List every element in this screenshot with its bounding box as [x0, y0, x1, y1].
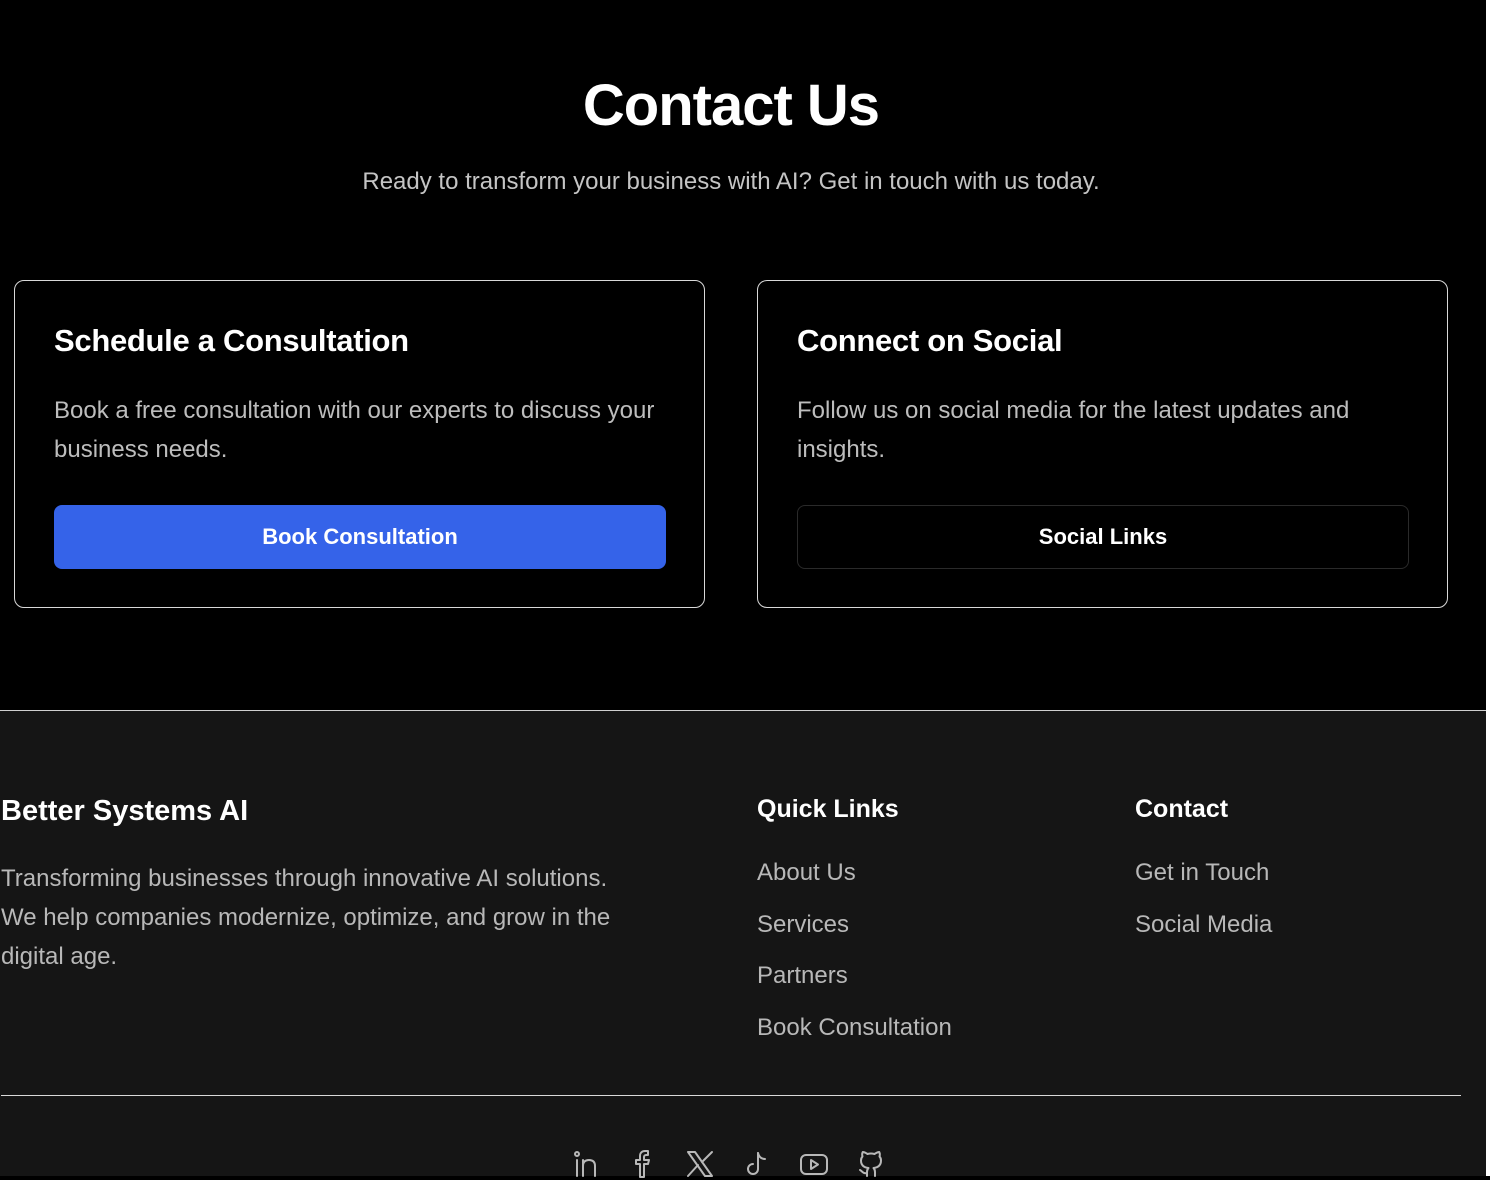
social-card-title: Connect on Social: [797, 323, 1063, 358]
footer-link-partners[interactable]: Partners: [757, 958, 952, 1010]
tiktok-icon[interactable]: [739, 1148, 775, 1180]
footer-link-social-media[interactable]: Social Media: [1135, 907, 1272, 959]
footer-link-about-us[interactable]: About Us: [757, 855, 952, 907]
footer-brand-name: Better Systems AI: [1, 795, 249, 827]
consultation-card: Schedule a Consultation Book a free cons…: [14, 280, 705, 608]
consultation-card-title: Schedule a Consultation: [54, 323, 409, 358]
contact-section: Contact Us Ready to transform your busin…: [0, 0, 1486, 710]
site-footer: Better Systems AI Transforming businesse…: [0, 710, 1486, 1178]
quick-links-title: Quick Links: [757, 795, 899, 823]
consultation-card-description: Book a free consultation with our expert…: [54, 397, 655, 463]
social-icons-row: [568, 1148, 910, 1180]
contact-column-title: Contact: [1135, 795, 1229, 823]
footer-link-book-consultation[interactable]: Book Consultation: [757, 1010, 952, 1062]
github-icon[interactable]: [853, 1148, 889, 1180]
linkedin-icon[interactable]: [568, 1148, 604, 1180]
contact-title: Contact Us: [582, 73, 880, 138]
footer-link-services[interactable]: Services: [757, 907, 952, 959]
youtube-icon[interactable]: [796, 1148, 832, 1180]
social-card-description: Follow us on social media for the latest…: [797, 397, 1350, 463]
quick-links-list: About Us Services Partners Book Consulta…: [757, 855, 952, 1061]
footer-divider: [1, 1095, 1461, 1096]
social-links-button[interactable]: Social Links: [797, 505, 1409, 569]
book-consultation-button[interactable]: Book Consultation: [54, 505, 666, 569]
page-edge: [1486, 0, 1490, 1176]
contact-links-list: Get in Touch Social Media: [1135, 855, 1272, 958]
footer-brand-description: Transforming businesses through innovati…: [1, 865, 611, 970]
facebook-icon[interactable]: [625, 1148, 661, 1180]
social-card: Connect on Social Follow us on social me…: [757, 280, 1448, 608]
footer-link-get-in-touch[interactable]: Get in Touch: [1135, 855, 1272, 907]
x-icon[interactable]: [682, 1148, 718, 1180]
contact-subtitle: Ready to transform your business with AI…: [362, 168, 1100, 195]
